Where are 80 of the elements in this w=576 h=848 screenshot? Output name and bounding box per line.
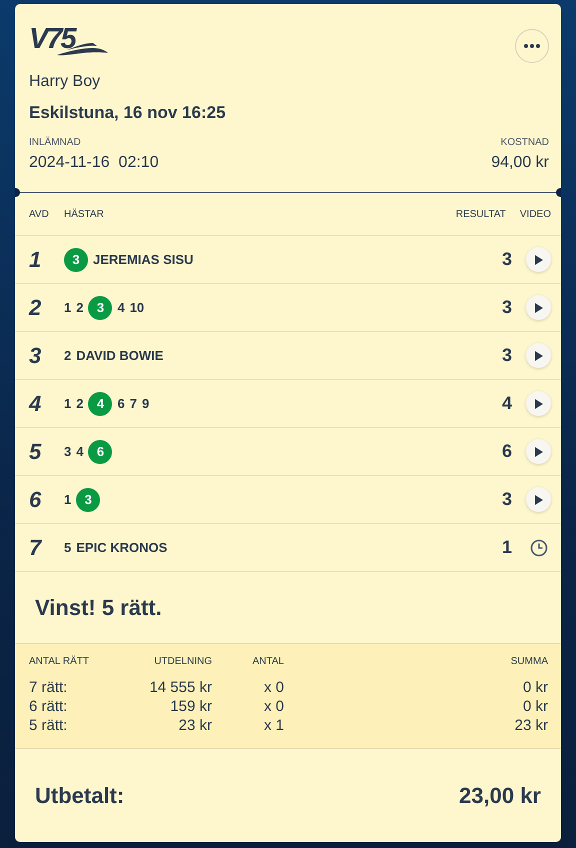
table-cell-text: 6 rätt: — [29, 698, 68, 715]
winner-badge: 3 — [64, 248, 88, 272]
column-header: RESULTAT — [456, 208, 506, 220]
winner-badge: 3 — [76, 488, 100, 512]
result: 4 — [500, 393, 512, 414]
table-cell-text: 23 kr — [178, 717, 212, 734]
column-header: VIDEO — [520, 208, 551, 220]
total-value: 23,00 kr — [459, 782, 541, 808]
horse-name: EPIC KRONOS — [76, 540, 168, 555]
result: 1 — [500, 537, 512, 558]
horse-number: 2 — [64, 348, 72, 363]
play-icon — [534, 302, 542, 312]
cost-value: 94,00 kr — [491, 154, 549, 172]
column-header: UTDELNING — [153, 656, 212, 667]
leg-number: 3 — [29, 342, 42, 368]
table-cell-text: x 1 — [262, 717, 284, 734]
table-cell-text: x 0 — [262, 679, 284, 696]
leg-number: 7 — [29, 534, 43, 560]
cost-label: KOSTNAD — [500, 137, 549, 148]
video-button[interactable] — [526, 247, 551, 272]
play-icon — [534, 254, 542, 264]
total-label: Utbetalt: — [35, 782, 124, 808]
table-cell-text: 14 555 kr — [148, 679, 212, 696]
table-cell-text: 5 rätt: — [29, 717, 68, 734]
more-button[interactable] — [515, 29, 549, 63]
table-cell-text: 0 kr — [522, 698, 548, 715]
video-button[interactable] — [526, 343, 551, 368]
winner-badge: 3 — [88, 296, 112, 320]
horse-number: 1 — [64, 300, 72, 315]
table-cell-text: 23 kr — [514, 717, 548, 734]
video-button[interactable] — [526, 439, 551, 464]
horse-number: 10 — [130, 300, 144, 315]
result: 3 — [500, 297, 512, 318]
player-name: Harry Boy — [29, 73, 102, 91]
horse-number: 4 — [117, 300, 125, 315]
column-header: ANTAL RÄTT — [29, 656, 90, 667]
winner-badge: 6 — [88, 440, 112, 464]
horse-number: 6 — [117, 396, 125, 411]
table-cell-text: 0 kr — [522, 679, 548, 696]
leg-number: 6 — [29, 486, 42, 512]
horse-name: DAVID BOWIE — [76, 348, 164, 363]
video-button[interactable] — [526, 487, 551, 512]
play-icon — [534, 398, 542, 408]
leg-number: 1 — [29, 246, 42, 272]
leg-number: 4 — [29, 390, 42, 416]
play-icon — [534, 494, 542, 504]
column-header: AVD — [29, 208, 50, 220]
result: 3 — [500, 345, 512, 366]
column-header: SUMMA — [510, 656, 548, 667]
horse-number: 7 — [130, 396, 137, 411]
result: 3 — [500, 489, 512, 510]
column-header: ANTAL — [252, 656, 284, 667]
result: 6 — [500, 441, 512, 462]
play-icon — [534, 446, 542, 456]
result: 3 — [500, 249, 512, 270]
race-title: Eskilstuna, 16 nov 16:25 — [29, 103, 227, 123]
winner-badge: 4 — [88, 392, 112, 416]
horse-number: 1 — [64, 396, 72, 411]
submitted-label: INLÄMNAD — [29, 137, 81, 148]
horse-name: JEREMIAS SISU — [93, 252, 194, 267]
horse-number: 4 — [76, 444, 84, 459]
table-cell-text: 159 kr — [169, 698, 212, 715]
table-cell-text: x 0 — [262, 698, 284, 715]
leg-number: 5 — [29, 438, 42, 464]
column-header: HÄSTAR — [64, 208, 105, 220]
leg-number: 2 — [29, 294, 42, 320]
video-button[interactable] — [526, 391, 551, 416]
logo: V75 — [29, 24, 75, 54]
horse-number: 5 — [64, 540, 72, 555]
horse-number: 2 — [76, 300, 84, 315]
table-cell-text: 7 rätt: — [29, 679, 68, 696]
video-button[interactable] — [526, 295, 551, 320]
play-icon — [534, 350, 542, 360]
submitted-value: 2024-11-16 02:10 — [29, 154, 159, 172]
horse-number: 3 — [64, 444, 72, 459]
horse-number: 2 — [76, 396, 84, 411]
horse-number: 1 — [64, 492, 72, 507]
horse-number: 9 — [142, 396, 150, 411]
clock-icon — [530, 538, 548, 556]
more-icon — [524, 44, 540, 48]
